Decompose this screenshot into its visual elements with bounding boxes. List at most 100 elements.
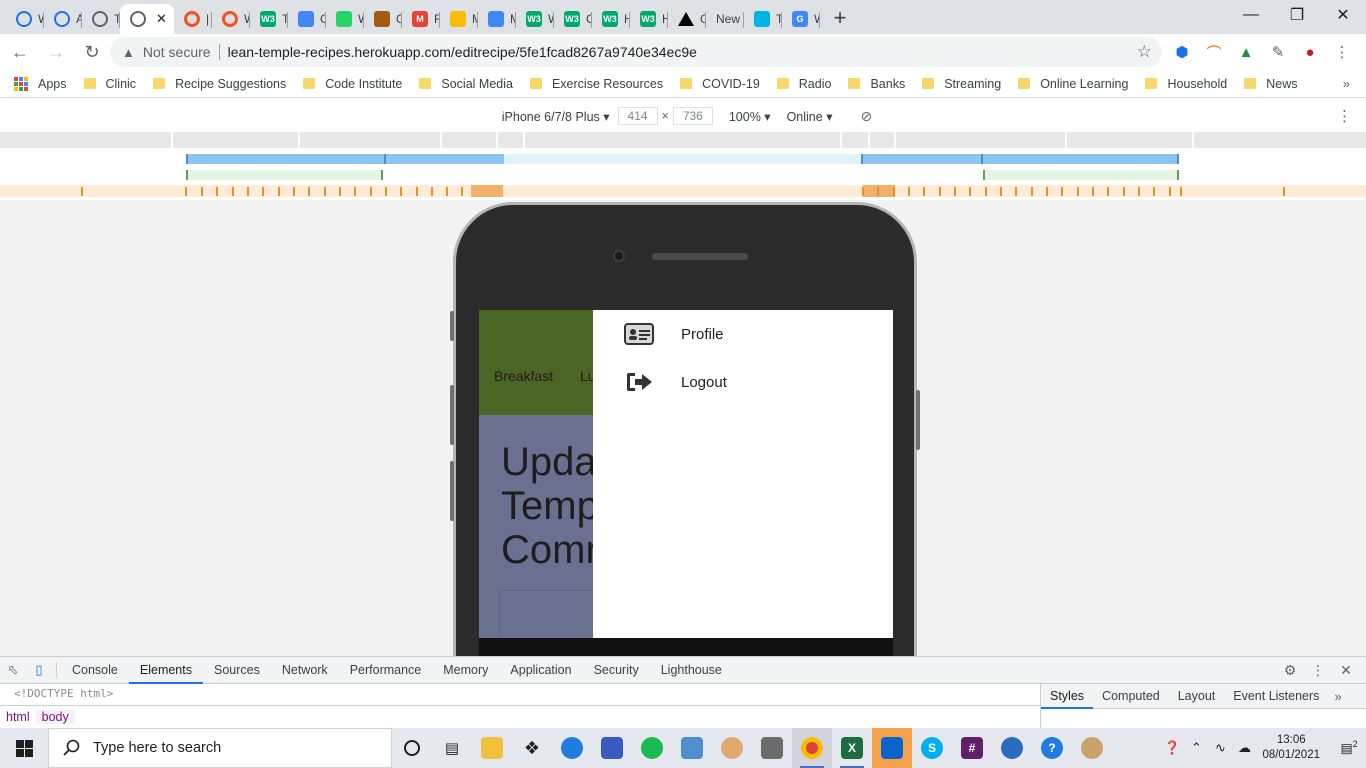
- bookmark-folder[interactable]: Exercise Resources: [529, 77, 663, 91]
- bookmark-folder[interactable]: Online Learning: [1018, 77, 1128, 91]
- devtools-tab-sources[interactable]: Sources: [203, 657, 271, 684]
- device-toggle-icon[interactable]: ▯: [26, 657, 52, 683]
- media-query-bar[interactable]: [981, 154, 1179, 164]
- extensions-puzzle-icon[interactable]: ✎: [1262, 43, 1294, 61]
- extension-rainbow-icon[interactable]: ⌒: [1198, 42, 1230, 63]
- bookmark-folder[interactable]: Streaming: [922, 77, 1001, 91]
- notification-center-icon[interactable]: ▤2: [1332, 739, 1366, 756]
- devtools-tab-application[interactable]: Application: [499, 657, 582, 684]
- bookmark-folder[interactable]: News: [1244, 77, 1297, 91]
- browser-tab[interactable]: An: [44, 4, 82, 34]
- width-input[interactable]: 414: [617, 107, 658, 125]
- onedrive-icon[interactable]: [872, 728, 912, 768]
- height-input[interactable]: 736: [672, 107, 713, 125]
- media-query-min-bar[interactable]: [983, 170, 1179, 180]
- chrome-icon[interactable]: [792, 728, 832, 768]
- bookmark-folder[interactable]: Social Media: [419, 77, 513, 91]
- browser-menu-icon[interactable]: ⋮: [1326, 43, 1358, 61]
- bookmark-folder[interactable]: Code Institute: [303, 77, 402, 91]
- control-panel-icon[interactable]: [672, 728, 712, 768]
- clock[interactable]: 13:06 08/01/2021: [1262, 733, 1320, 763]
- bookmark-folder[interactable]: Household: [1145, 77, 1227, 91]
- browser-tab[interactable]: Wo: [6, 4, 44, 34]
- bookmark-folder[interactable]: Radio: [776, 77, 831, 91]
- browser-tab[interactable]: Mi: [478, 4, 516, 34]
- devtools-tab-performance[interactable]: Performance: [339, 657, 433, 684]
- paint-icon[interactable]: [712, 728, 752, 768]
- device-select[interactable]: iPhone 6/7/8 Plus ▾: [502, 109, 610, 124]
- media-query-row-max[interactable]: [0, 132, 1366, 148]
- media-query-bar[interactable]: [504, 154, 861, 164]
- styles-tab-styles[interactable]: Styles: [1041, 684, 1094, 709]
- breadcrumb-body[interactable]: body: [35, 709, 75, 724]
- close-window-icon[interactable]: ✕: [1320, 0, 1366, 30]
- throttling-select[interactable]: Online ▾: [787, 109, 833, 124]
- browser-tab[interactable]: Ga: [668, 4, 706, 34]
- dropbox-icon[interactable]: ❖: [512, 728, 552, 768]
- bookmark-folder[interactable]: Clinic: [83, 77, 136, 91]
- media-query-bar[interactable]: [861, 154, 981, 164]
- browser-tab[interactable]: Of: [364, 4, 402, 34]
- extension-tree-icon[interactable]: ▲: [1230, 44, 1262, 61]
- styles-tab-event-listeners[interactable]: Event Listeners: [1224, 684, 1328, 709]
- rotate-icon[interactable]: ⊘: [860, 108, 872, 125]
- back-icon[interactable]: ←: [4, 36, 36, 68]
- browser-tab[interactable]: Wi: [326, 4, 364, 34]
- start-button[interactable]: [0, 728, 48, 768]
- url-text[interactable]: lean-temple-recipes.herokuapp.com/editre…: [228, 44, 697, 60]
- reload-icon[interactable]: ↻: [76, 36, 108, 68]
- zoom-select[interactable]: 100% ▾: [729, 109, 771, 124]
- devtools-menu-icon[interactable]: ⋮: [1304, 662, 1332, 679]
- file-explorer-icon[interactable]: [472, 728, 512, 768]
- security-label[interactable]: Not secure: [143, 44, 211, 60]
- help-icon[interactable]: ?: [1032, 728, 1072, 768]
- devtools-tab-elements[interactable]: Elements: [128, 657, 203, 684]
- calculator-icon[interactable]: [752, 728, 792, 768]
- extension-hex-icon[interactable]: ⬢: [1166, 43, 1198, 61]
- browser-tab[interactable]: New Ta: [706, 4, 744, 34]
- styles-tab-layout[interactable]: Layout: [1169, 684, 1225, 709]
- browser-tab[interactable]: W3Th: [250, 4, 288, 34]
- close-devtools-icon[interactable]: ✕: [1332, 662, 1360, 679]
- bookmark-apps[interactable]: Apps: [14, 76, 67, 91]
- devtools-tab-network[interactable]: Network: [271, 657, 339, 684]
- browser-tab[interactable]: W3CS: [554, 4, 592, 34]
- profile-avatar[interactable]: ●: [1294, 44, 1326, 61]
- browser-tab[interactable]: W3Ho: [630, 4, 668, 34]
- browser-tab[interactable]: MRe: [402, 4, 440, 34]
- address-bar[interactable]: ▲ Not secure lean-temple-recipes.herokua…: [110, 37, 1162, 67]
- sidenav-item-profile[interactable]: Profile: [623, 322, 724, 346]
- media-query-min-bar[interactable]: [186, 170, 383, 180]
- task-view-icon[interactable]: ▤: [432, 728, 472, 768]
- spotify-icon[interactable]: [632, 728, 672, 768]
- doctype-node[interactable]: <!DOCTYPE html>: [14, 687, 113, 700]
- skype-icon[interactable]: S: [912, 728, 952, 768]
- styles-tab-computed[interactable]: Computed: [1093, 684, 1169, 709]
- media-query-bar[interactable]: [186, 154, 384, 164]
- help-tray-icon[interactable]: ❓: [1160, 740, 1184, 756]
- browser-tab[interactable]: W3HT: [592, 4, 630, 34]
- browser-tab[interactable]: My: [440, 4, 478, 34]
- browser-tab[interactable]: ✕: [120, 4, 174, 34]
- cortana-icon[interactable]: [392, 728, 432, 768]
- bookmark-folder[interactable]: Banks: [848, 77, 905, 91]
- close-tab-icon[interactable]: ✕: [156, 11, 167, 27]
- devtools-tab-console[interactable]: Console: [61, 657, 129, 684]
- store-icon[interactable]: [592, 728, 632, 768]
- paint-palette-icon[interactable]: [1072, 728, 1112, 768]
- devtools-tab-memory[interactable]: Memory: [432, 657, 499, 684]
- bookmark-folder[interactable]: Recipe Suggestions: [153, 77, 286, 91]
- nav-link-breakfast[interactable]: Breakfast: [494, 368, 553, 384]
- browser-tab[interactable]: Git: [288, 4, 326, 34]
- thunderbird-icon[interactable]: [992, 728, 1032, 768]
- forward-icon[interactable]: →: [40, 36, 72, 68]
- restore-icon[interactable]: ❐: [1274, 0, 1320, 30]
- sidenav-item-logout[interactable]: Logout: [623, 370, 727, 394]
- taskbar-search[interactable]: Type here to search: [48, 728, 392, 768]
- bookmark-folder[interactable]: COVID-19: [680, 77, 760, 91]
- settings-gear-icon[interactable]: ⚙: [1276, 662, 1304, 679]
- inspect-element-icon[interactable]: ⬁: [0, 657, 26, 683]
- browser-tab[interactable]: TM: [744, 4, 782, 34]
- styles-more-icon[interactable]: »: [1334, 689, 1341, 704]
- slack-icon[interactable]: #: [952, 728, 992, 768]
